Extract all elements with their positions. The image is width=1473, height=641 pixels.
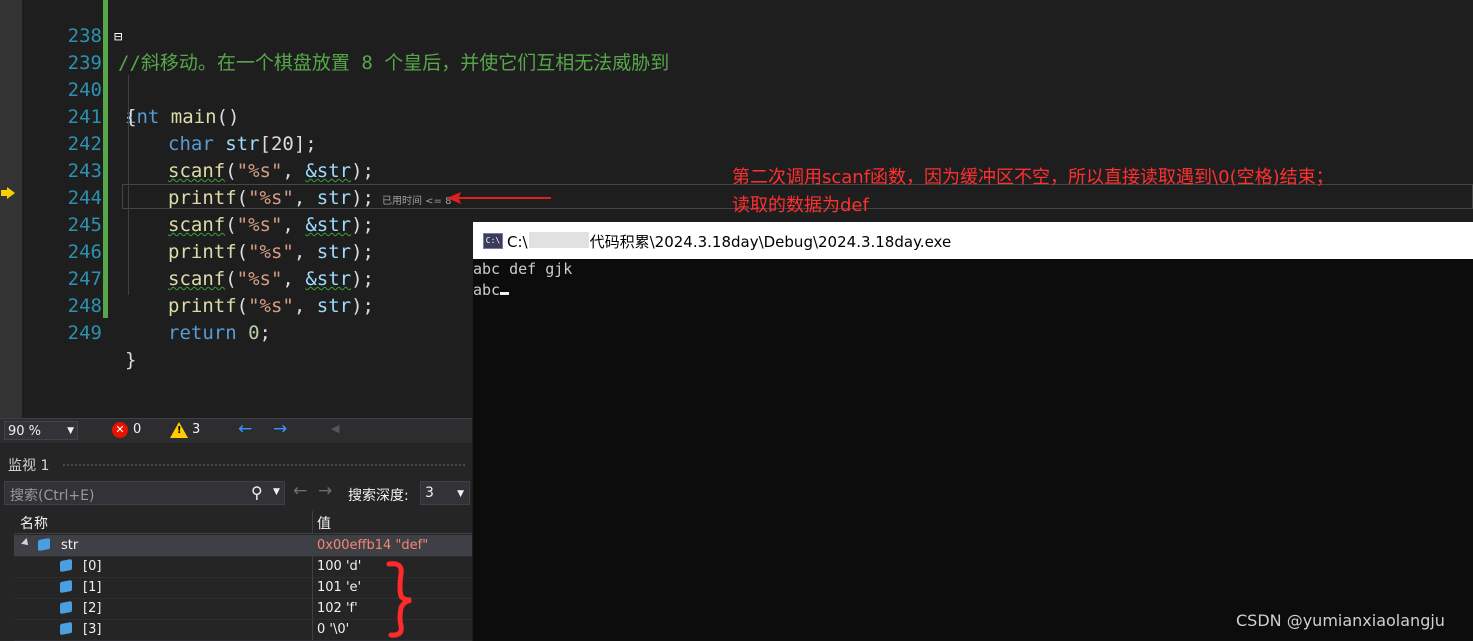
current-statement-arrow-icon — [1, 187, 15, 199]
variable-icon — [38, 537, 50, 552]
console-title-suffix: 代码积累\2024.3.18day\Debug\2024.3.18day.exe — [589, 233, 952, 251]
search-placeholder: 搜索(Ctrl+E) — [10, 488, 95, 504]
watch-row-name: [0] — [83, 559, 102, 574]
next-issue-arrow-icon[interactable]: → — [273, 419, 287, 439]
console-output-line-1: abc def gjk — [473, 260, 573, 278]
watch-row-name: [1] — [83, 580, 102, 595]
watermark: CSDN @yumianxiaolangju — [1236, 611, 1445, 630]
field-icon — [60, 558, 72, 573]
column-divider — [312, 556, 313, 577]
keyword-return: return — [168, 322, 237, 344]
column-divider — [312, 577, 313, 598]
panel-grip[interactable] — [62, 463, 467, 467]
previous-issue-arrow-icon[interactable]: ← — [238, 419, 252, 439]
console-window[interactable]: C:\ C:\ 代码积累\2024.3.18day\Debug\2024.3.18… — [473, 222, 1473, 641]
error-count[interactable]: 0 — [133, 422, 141, 437]
console-input-echo: abc — [473, 281, 501, 299]
field-icon — [60, 600, 72, 615]
editor-status-bar: 90 % ▼ ✕ 0 ! 3 ← → ◀ — [0, 418, 472, 443]
scroll-left-icon[interactable]: ◀ — [331, 422, 339, 435]
watch-row-value[interactable]: 0 '\0' — [317, 622, 349, 637]
code-line-242[interactable]: 242 scanf("%s", &str); — [22, 104, 1472, 182]
search-icon[interactable]: ⚲ — [251, 483, 263, 502]
blurred-region — [529, 232, 589, 248]
semicolon: ; — [259, 322, 271, 344]
console-app-icon: C:\ — [483, 233, 503, 249]
code-line-238[interactable]: 238 //斜移动。在一个棋盘放置 8 个皇后，并使它们互相无法威胁到 — [22, 0, 1472, 74]
watch-row-str[interactable]: str 0x00effb14 "def" — [14, 535, 472, 557]
collapse-toggle-icon[interactable]: ⊟ — [114, 24, 122, 51]
column-divider[interactable] — [312, 511, 313, 533]
chevron-down-icon[interactable]: ▼ — [273, 487, 280, 497]
watch-row-value[interactable]: 102 'f' — [317, 601, 358, 616]
glyph-margin[interactable] — [0, 0, 22, 418]
watch-panel: 监视 1 搜索(Ctrl+E) ⚲ ▼ ← → 搜索深度: 3 ▼ 名称 值 st… — [0, 443, 472, 641]
line-number: 249 — [67, 322, 102, 344]
column-header-value[interactable]: 值 — [317, 513, 331, 533]
column-divider — [312, 598, 313, 619]
console-output-line-2: abc — [473, 280, 572, 301]
field-icon — [60, 579, 72, 594]
elapsed-time-hint[interactable]: 已用时间 <= 8 — [382, 192, 451, 207]
search-depth-value: 3 — [425, 485, 434, 501]
column-divider — [312, 535, 313, 556]
collapse-triangle-icon[interactable] — [21, 538, 31, 548]
console-output[interactable]: abc def gjk abc — [473, 259, 572, 301]
chevron-down-icon: ▼ — [457, 489, 464, 499]
column-header-name[interactable]: 名称 — [20, 513, 48, 533]
search-back-arrow-icon[interactable]: ← — [293, 481, 307, 501]
warning-icon[interactable]: ! — [170, 422, 188, 438]
close-brace: } — [125, 349, 137, 371]
search-depth-label: 搜索深度: — [348, 488, 409, 504]
watch-row-name: [2] — [83, 601, 102, 616]
watch-grid-header: 名称 值 — [14, 511, 472, 534]
red-arrow-icon — [447, 192, 551, 204]
annotation-line-1: 第二次调用scanf函数，因为缓冲区不空，所以直接读取遇到\0(空格)结束； — [732, 167, 1334, 188]
console-cursor — [500, 292, 510, 295]
field-icon — [60, 621, 72, 636]
code-line-239[interactable]: 239 ⊟ int main() — [22, 23, 1472, 128]
watch-row-name: str — [61, 538, 79, 553]
watch-search-input[interactable]: 搜索(Ctrl+E) ⚲ ▼ — [4, 481, 285, 505]
zoom-value: 90 % — [8, 424, 42, 439]
chevron-down-icon: ▼ — [67, 426, 74, 436]
search-depth-dropdown[interactable]: 3 ▼ — [420, 481, 470, 505]
annotation-line-2: 读取的数据为def — [732, 195, 869, 216]
zoom-dropdown[interactable]: 90 % ▼ — [4, 421, 78, 440]
watch-panel-title[interactable]: 监视 1 — [8, 455, 49, 475]
watch-row-name: [3] — [83, 622, 102, 637]
indent-guide — [128, 75, 129, 295]
code-line-241[interactable]: 241 char str[20]; — [22, 77, 1472, 155]
number-zero: 0 — [248, 322, 260, 344]
code-line-243[interactable]: 243 printf("%s", str); — [22, 131, 1472, 209]
watch-row-value[interactable]: 0x00effb14 "def" — [317, 538, 428, 553]
watch-row-value[interactable]: 101 'e' — [317, 580, 361, 595]
red-brace-annotation — [386, 561, 412, 638]
console-title-prefix: C:\ — [507, 233, 528, 251]
console-title-bar[interactable]: C:\ C:\ 代码积累\2024.3.18day\Debug\2024.3.18… — [473, 222, 1473, 259]
search-forward-arrow-icon[interactable]: → — [318, 481, 332, 501]
warning-count[interactable]: 3 — [192, 422, 200, 437]
column-divider — [312, 619, 313, 640]
error-icon[interactable]: ✕ — [112, 422, 128, 438]
code-line-240[interactable]: 240 { — [22, 50, 1472, 128]
watch-row-value[interactable]: 100 'd' — [317, 559, 361, 574]
